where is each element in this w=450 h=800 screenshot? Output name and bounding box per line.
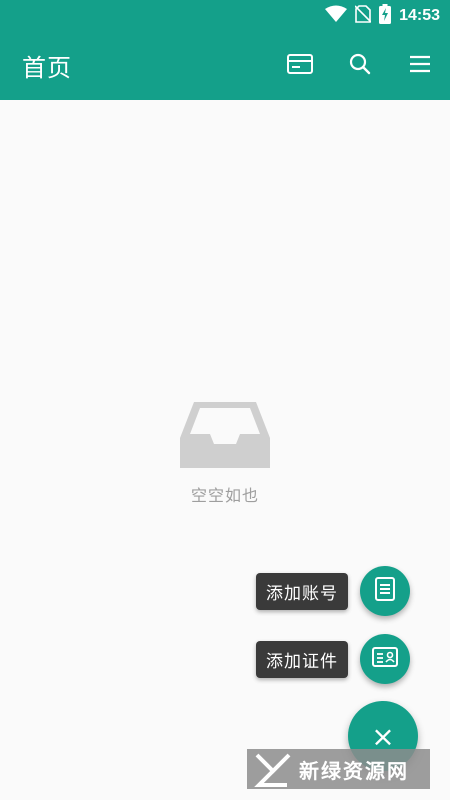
wifi-icon <box>325 5 348 27</box>
app-bar: 首页 <box>0 32 450 100</box>
status-time: 14:53 <box>399 7 440 24</box>
app-bar-actions <box>270 32 450 100</box>
id-card-icon <box>372 647 398 671</box>
empty-state-text: 空空如也 <box>190 486 259 505</box>
search-button[interactable] <box>330 32 390 100</box>
card-button[interactable] <box>270 32 330 100</box>
status-bar: 14:53 <box>0 0 450 32</box>
search-icon <box>349 53 371 79</box>
watermark: 新绿资源网 <box>247 749 430 789</box>
add-certificate-label[interactable]: 添加证件 <box>256 640 348 678</box>
empty-state: 空空如也 <box>0 398 450 506</box>
fab-add-account-row: 添加账号 <box>256 565 410 617</box>
add-account-button[interactable] <box>360 566 410 616</box>
close-icon: × <box>371 719 395 753</box>
no-sim-icon <box>354 5 372 27</box>
watermark-text: 新绿资源网 <box>299 758 409 783</box>
card-icon <box>287 54 313 78</box>
menu-button[interactable] <box>390 32 450 100</box>
status-icons: 14:53 <box>325 4 440 28</box>
watermark-logo-icon <box>253 749 293 789</box>
empty-inbox-icon <box>0 398 450 472</box>
fab-add-certificate-row: 添加证件 <box>256 633 410 685</box>
add-certificate-button[interactable] <box>360 634 410 684</box>
add-account-label[interactable]: 添加账号 <box>256 572 348 610</box>
page-title: 首页 <box>22 54 72 82</box>
document-icon <box>375 577 395 605</box>
menu-icon <box>409 55 431 77</box>
battery-charging-icon <box>379 4 392 28</box>
